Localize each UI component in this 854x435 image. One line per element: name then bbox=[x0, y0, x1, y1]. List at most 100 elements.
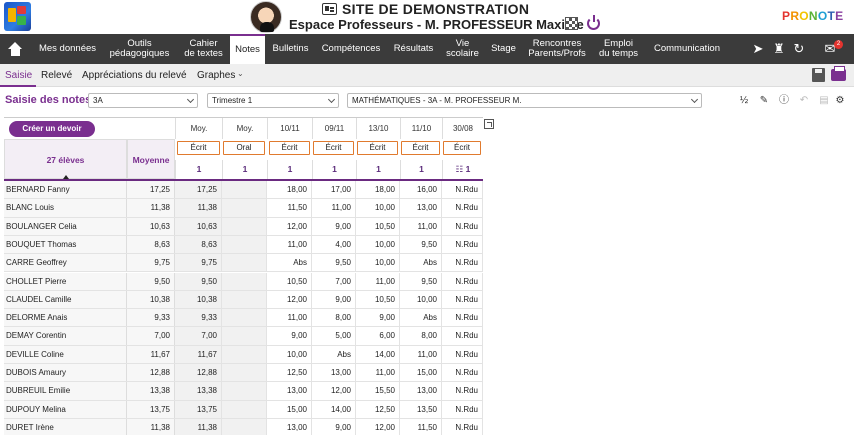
column-date[interactable]: Moy. bbox=[175, 118, 222, 139]
table-row[interactable]: BOUQUET Thomas 8,63 8,63 11,00 4,00 10,00 9,50… bbox=[4, 235, 483, 255]
nav-stage[interactable]: Stage bbox=[486, 34, 521, 64]
grade-cell[interactable]: Abs bbox=[400, 309, 442, 327]
grade-cell[interactable]: 10,00 bbox=[356, 199, 400, 217]
grade-cell[interactable]: 10,00 bbox=[356, 235, 400, 254]
grade-cell[interactable]: 11,00 bbox=[267, 235, 312, 254]
grade-cell[interactable]: 8,00 bbox=[400, 327, 442, 345]
grade-cell[interactable]: N.Rdu bbox=[442, 199, 483, 217]
expand-icon[interactable] bbox=[484, 119, 494, 129]
table-row[interactable]: DUPOUY Melina 13,75 13,75 15,00 14,00 12,50 13… bbox=[4, 400, 483, 419]
table-row[interactable]: BLANC Louis 11,38 11,38 11,50 11,00 10,00 13,0… bbox=[4, 199, 483, 218]
logout-icon[interactable] bbox=[587, 15, 600, 30]
table-row[interactable]: DELORME Anais 9,33 9,33 11,00 8,00 9,00 Abs N.R… bbox=[4, 309, 483, 328]
column-type[interactable]: Oral bbox=[223, 141, 265, 155]
nav-notes[interactable]: Notes bbox=[230, 34, 265, 64]
grade-cell[interactable]: 14,00 bbox=[356, 345, 400, 363]
column-type[interactable]: Écrit bbox=[313, 141, 354, 155]
column-type[interactable]: Écrit bbox=[357, 141, 398, 155]
pin-icon[interactable]: ✎ bbox=[758, 95, 770, 107]
grade-cell[interactable]: 13,50 bbox=[400, 400, 442, 418]
grade-cell[interactable]: 11,50 bbox=[400, 418, 442, 435]
grade-cell[interactable]: Abs bbox=[312, 345, 356, 363]
grade-cell[interactable]: 14,00 bbox=[312, 400, 356, 418]
grade-cell[interactable]: N.Rdu bbox=[442, 418, 483, 435]
bell-icon[interactable]: ♜ bbox=[772, 42, 786, 56]
nav-mes-donnees[interactable]: Mes données bbox=[34, 34, 101, 64]
grade-cell[interactable]: 18,00 bbox=[267, 181, 312, 199]
grade-cell[interactable]: 18,00 bbox=[356, 181, 400, 199]
grade-cell[interactable]: 13,00 bbox=[400, 382, 442, 400]
column-type[interactable]: Écrit bbox=[269, 141, 310, 155]
column-date[interactable]: Moy. bbox=[222, 118, 267, 139]
grade-cell[interactable]: N.Rdu bbox=[442, 181, 483, 199]
student-name[interactable]: CARRE Geoffrey bbox=[4, 254, 127, 272]
grade-cell[interactable]: 10,00 bbox=[400, 290, 442, 309]
column-date[interactable]: 10/11 bbox=[267, 118, 312, 139]
table-row[interactable]: DUBREUIL Emilie 13,38 13,38 13,00 12,00 15,50… bbox=[4, 382, 483, 401]
create-assignment-button[interactable]: Créer un devoir bbox=[9, 121, 95, 137]
student-name[interactable]: CHOLLET Pierre bbox=[4, 272, 127, 290]
grade-cell[interactable]: 9,00 bbox=[356, 309, 400, 327]
table-row[interactable]: DEMAY Corentin 7,00 7,00 9,00 5,00 6,00 8,00 N.… bbox=[4, 327, 483, 346]
table-row[interactable]: DURET Irène 11,38 11,38 13,00 9,00 12,00 11,50… bbox=[4, 418, 483, 435]
grade-cell[interactable]: Abs bbox=[400, 254, 442, 272]
tab-releve[interactable]: Relevé bbox=[41, 70, 72, 81]
grade-cell[interactable]: 13,00 bbox=[312, 364, 356, 382]
grade-cell[interactable]: 9,00 bbox=[267, 327, 312, 345]
grade-cell[interactable]: N.Rdu bbox=[442, 382, 483, 400]
table-row[interactable]: DUBOIS Amaury 12,88 12,88 12,50 13,00 11,00 15… bbox=[4, 364, 483, 383]
grade-cell[interactable]: 11,00 bbox=[267, 309, 312, 327]
grade-cell[interactable]: 9,50 bbox=[312, 254, 356, 272]
column-type[interactable]: Écrit bbox=[443, 141, 481, 155]
nav-competences[interactable]: Compétences bbox=[316, 34, 386, 64]
grade-cell[interactable]: N.Rdu bbox=[442, 235, 483, 254]
student-name[interactable]: DUBREUIL Emilie bbox=[4, 382, 127, 400]
grade-cell[interactable]: N.Rdu bbox=[442, 272, 483, 290]
print-icon[interactable] bbox=[831, 66, 846, 81]
grade-cell[interactable]: 12,00 bbox=[267, 290, 312, 309]
student-name[interactable]: CLAUDEL Camille bbox=[4, 290, 127, 309]
grade-cell[interactable]: 4,00 bbox=[312, 235, 356, 254]
grade-cell[interactable]: 16,00 bbox=[400, 181, 442, 199]
grade-cell[interactable]: N.Rdu bbox=[442, 290, 483, 309]
grade-cell[interactable]: 6,00 bbox=[356, 327, 400, 345]
sync-icon[interactable]: ↻ bbox=[792, 42, 806, 56]
grade-cell[interactable]: 10,00 bbox=[356, 254, 400, 272]
grade-cell[interactable]: 10,50 bbox=[356, 217, 400, 235]
grade-cell[interactable]: 13,00 bbox=[400, 199, 442, 217]
grade-cell[interactable]: 11,50 bbox=[267, 199, 312, 217]
grade-cell[interactable]: 12,50 bbox=[267, 364, 312, 382]
nav-vie-scolaire[interactable]: Vie scolaire bbox=[441, 34, 484, 64]
qr-code-icon[interactable] bbox=[565, 17, 578, 30]
student-name[interactable]: BOULANGER Celia bbox=[4, 217, 127, 235]
grade-cell[interactable]: 9,50 bbox=[400, 235, 442, 254]
grade-cell[interactable]: 11,00 bbox=[400, 217, 442, 235]
class-select[interactable]: 3A bbox=[88, 93, 198, 108]
grade-cell[interactable]: 11,00 bbox=[312, 199, 356, 217]
grade-cell[interactable]: 11,00 bbox=[400, 345, 442, 363]
grade-cell[interactable]: N.Rdu bbox=[442, 254, 483, 272]
grade-cell[interactable]: 9,50 bbox=[400, 272, 442, 290]
grade-cell[interactable]: 11,00 bbox=[356, 364, 400, 382]
student-name[interactable]: DEMAY Corentin bbox=[4, 327, 127, 345]
nav-communication[interactable]: Communication bbox=[647, 34, 727, 64]
table-row[interactable]: CLAUDEL Camille 10,38 10,38 12,00 9,00 10,50 1… bbox=[4, 290, 483, 310]
table-row[interactable]: CHOLLET Pierre 9,50 9,50 10,50 7,00 11,00 9,50… bbox=[4, 272, 483, 291]
home-icon[interactable] bbox=[8, 42, 23, 56]
table-row[interactable]: CARRE Geoffrey 9,75 9,75 Abs 9,50 10,00 Abs N.R… bbox=[4, 254, 483, 273]
grade-cell[interactable]: 15,50 bbox=[356, 382, 400, 400]
grade-cell[interactable]: N.Rdu bbox=[442, 327, 483, 345]
grade-cell[interactable]: 7,00 bbox=[312, 272, 356, 290]
column-date[interactable]: 11/10 bbox=[400, 118, 442, 139]
student-name[interactable]: DEVILLE Coline bbox=[4, 345, 127, 363]
grade-cell[interactable]: N.Rdu bbox=[442, 217, 483, 235]
fraction-icon[interactable]: ½ bbox=[738, 95, 750, 107]
grade-cell[interactable]: N.Rdu bbox=[442, 309, 483, 327]
grade-cell[interactable]: 13,00 bbox=[267, 418, 312, 435]
grade-cell[interactable]: 12,00 bbox=[267, 217, 312, 235]
save-icon[interactable] bbox=[812, 68, 825, 82]
grade-cell[interactable]: 13,00 bbox=[267, 382, 312, 400]
column-date[interactable]: 13/10 bbox=[356, 118, 400, 139]
table-row[interactable]: BERNARD Fanny 17,25 17,25 18,00 17,00 18,00 16… bbox=[4, 181, 483, 200]
grade-cell[interactable]: N.Rdu bbox=[442, 345, 483, 363]
